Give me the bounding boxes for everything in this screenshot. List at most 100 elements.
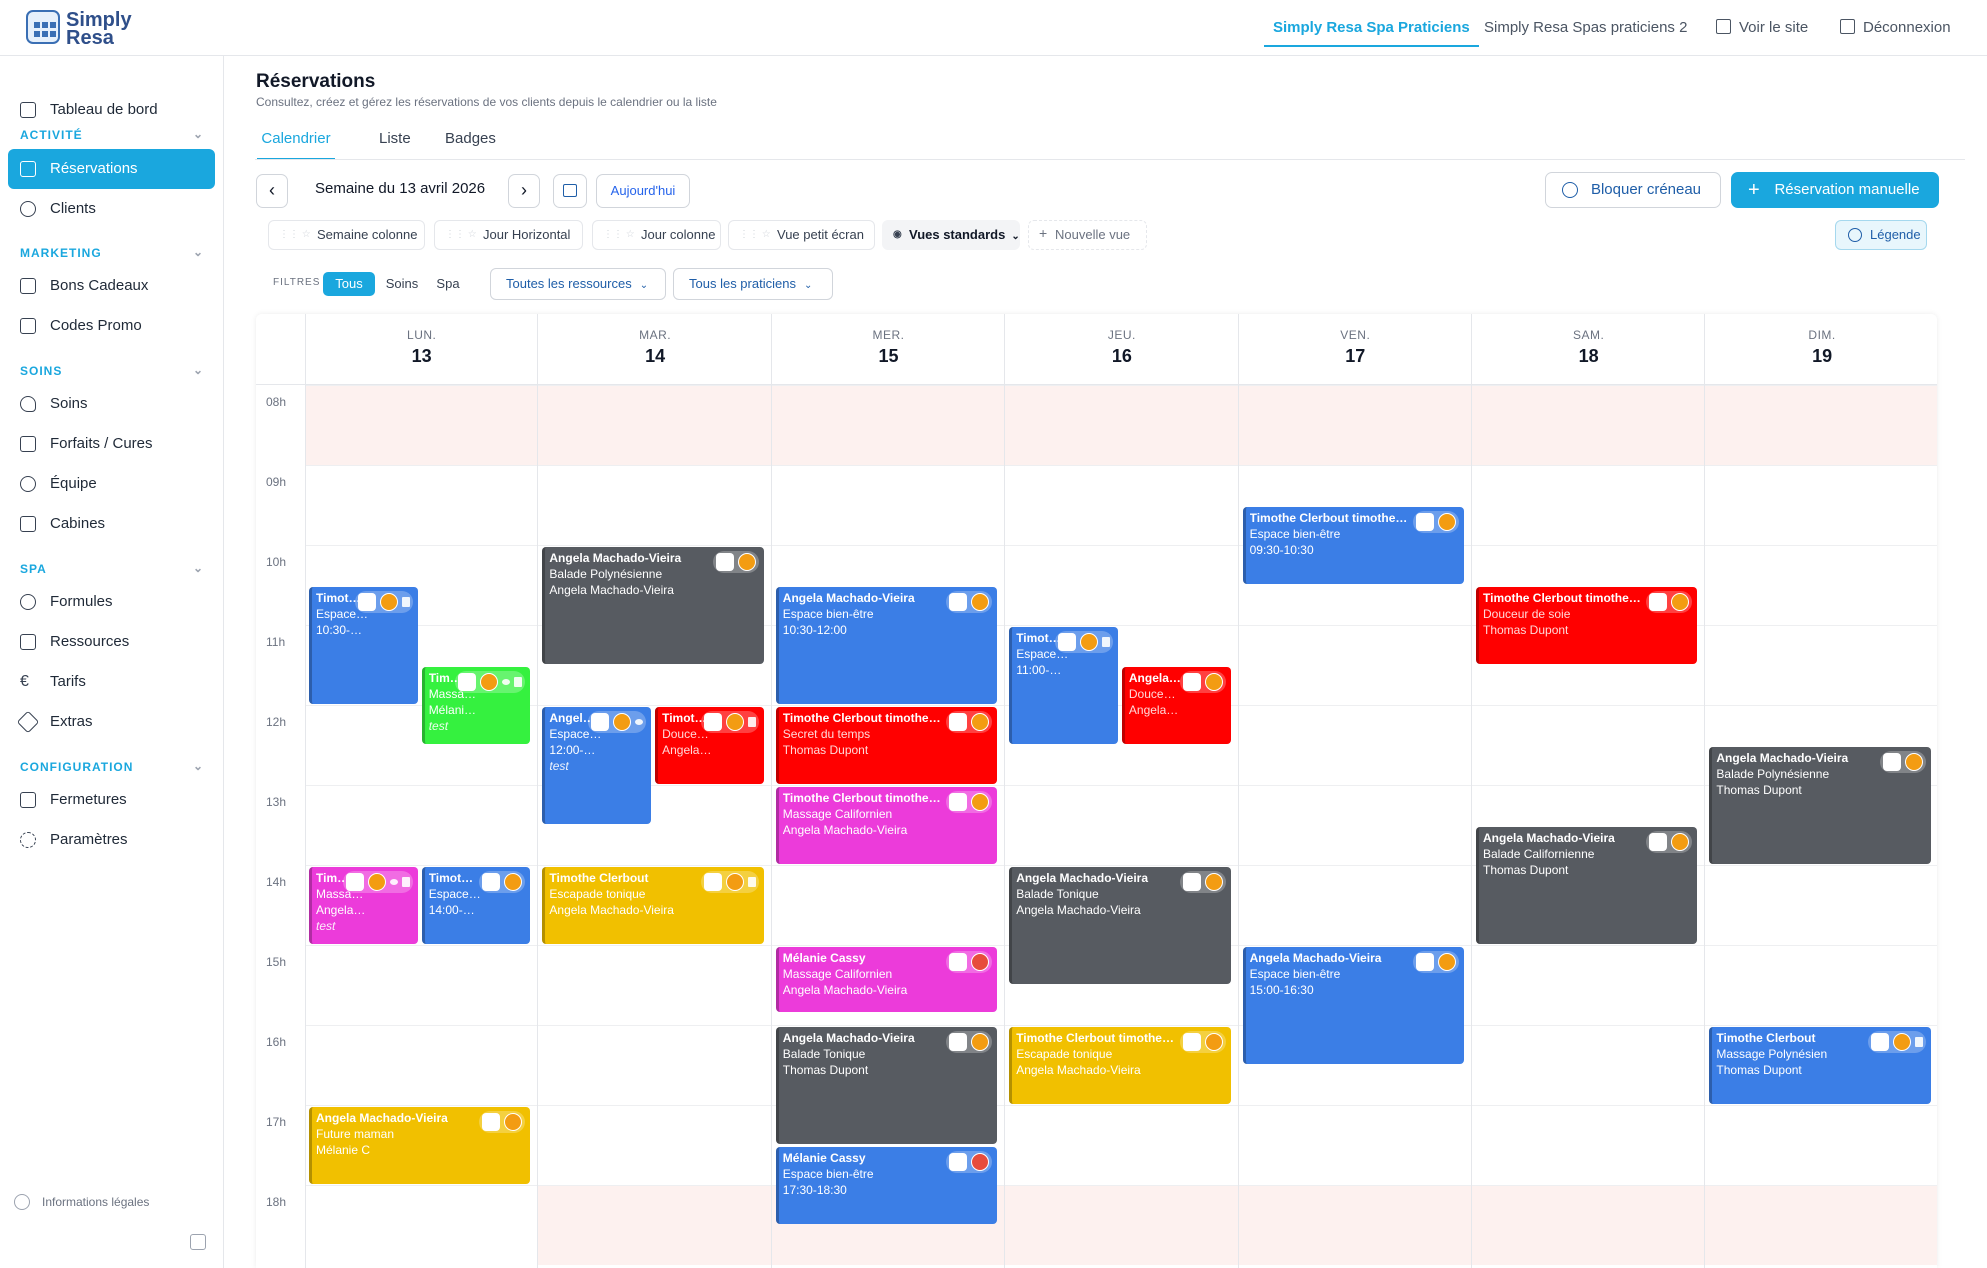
view-jour-horizontal[interactable]: ⋮⋮ ☆ Jour Horizontal [434,220,583,250]
checkbox-icon[interactable] [345,873,364,891]
checkbox-icon[interactable] [1870,1033,1889,1051]
checkbox-icon[interactable] [1415,953,1434,971]
day-header[interactable]: LUN. 13 [305,314,538,385]
tab-liste[interactable]: Liste [379,128,411,160]
collapse-sidebar-icon[interactable] [190,1234,206,1250]
new-view-button[interactable]: + Nouvelle vue [1028,220,1147,250]
sidebar-item-equipe[interactable]: Équipe [8,464,215,504]
checkbox-icon[interactable] [703,713,722,731]
day-header[interactable]: SAM. 18 [1472,314,1705,385]
sidebar-item-codes-promo[interactable]: Codes Promo [8,306,215,346]
sidebar-item-tarifs[interactable]: € Tarifs [8,662,215,702]
reservation-event[interactable]: Tim… Massa… Mélani… test [421,667,531,744]
reservation-event[interactable]: Timot… Espace… 11:00-… [1009,627,1118,744]
sidebar-item-soins[interactable]: Soins [8,384,215,424]
sidebar-item-dashboard[interactable]: Tableau de bord [8,90,215,130]
reservation-event[interactable]: Mélanie Cassy Massage Californien Angela M… [775,947,998,1012]
filter-soins[interactable]: Soins [380,272,424,296]
reservation-event[interactable]: Angela Machado-Vieira Balade Tonique Thoma… [775,1027,998,1144]
legal-info-link[interactable]: Informations légales [14,1194,149,1210]
reservation-event[interactable]: Timothe Clerbout Escapade tonique Angela M… [542,867,764,944]
checkbox-icon[interactable] [1649,593,1668,611]
reservation-event[interactable]: Timothe Clerbout timothe… Escapade toniqu… [1009,1027,1231,1104]
reservation-event[interactable]: Timothe Clerbout timothe… Secret du temps… [775,707,998,784]
sidebar-item-clients[interactable]: Clients [8,189,215,229]
day-header[interactable]: MER. 15 [772,314,1005,385]
view-jour-colonne[interactable]: ⋮⋮ ☆ Jour colonne [592,220,721,250]
view-site-link[interactable]: Voir le site [1716,18,1808,38]
checkbox-icon[interactable] [1182,873,1201,891]
today-button[interactable]: Aujourd'hui [596,174,690,208]
checkbox-icon[interactable] [949,593,968,611]
practitioners-dropdown[interactable]: Tous les praticiens ⌄ [673,268,833,300]
filter-tous[interactable]: Tous [323,272,375,296]
reservation-event[interactable]: Timothe Clerbout timothe… Espace bien-êtr… [1242,507,1464,584]
section-spa[interactable]: SPA ⌄ [20,561,204,576]
checkbox-icon[interactable] [1182,1033,1201,1051]
checkbox-icon[interactable] [357,593,376,611]
sidebar-item-reservations[interactable]: Réservations [8,149,215,189]
checkbox-icon[interactable] [715,553,734,571]
date-picker-button[interactable] [553,174,587,208]
tab-calendrier[interactable]: Calendrier [257,128,335,160]
sidebar-item-ressources[interactable]: Ressources [8,622,215,662]
reservation-event[interactable]: Timot… Espace… 14:00-… [421,867,531,944]
reservation-event[interactable]: Angela Machado-Vieira Balade Californienn… [1476,827,1698,944]
section-configuration[interactable]: CONFIGURATION ⌄ [20,759,204,774]
reservation-event[interactable]: Angela Machado-Vieira Espace bien-être 10:… [775,587,998,704]
reservation-event[interactable]: Mélanie Cassy Espace bien-être 17:30-18:30 [775,1147,998,1224]
legend-button[interactable]: Légende [1835,220,1927,250]
checkbox-icon[interactable] [703,873,722,891]
sidebar-item-forfaits[interactable]: Forfaits / Cures [8,424,215,464]
resources-dropdown[interactable]: Toutes les ressources ⌄ [490,268,666,300]
reservation-event[interactable]: Tim… Massa… Angela… test [309,867,418,944]
reservation-event[interactable]: Angela Machado-Vieira Balade Polynésienne… [542,547,764,664]
reservation-event[interactable]: Angel… Espace… 12:00-… test [542,707,652,824]
checkbox-icon[interactable] [1057,633,1076,651]
tab-spas-praticiens-2[interactable]: Simply Resa Spas praticiens 2 [1484,18,1687,38]
next-week-button[interactable]: › [508,174,540,208]
day-header[interactable]: MAR. 14 [538,314,771,385]
tab-spa-praticiens[interactable]: Simply Resa Spa Praticiens [1264,18,1479,47]
checkbox-icon[interactable] [949,1033,968,1051]
reservation-event[interactable]: Timot… Douce… Angela… [655,707,764,784]
checkbox-icon[interactable] [949,713,968,731]
checkbox-icon[interactable] [1882,753,1901,771]
checkbox-icon[interactable] [1649,833,1668,851]
standard-views-dropdown[interactable]: ◉ Vues standards ⌄ [882,220,1020,250]
checkbox-icon[interactable] [949,953,968,971]
reservation-event[interactable]: Timothe Clerbout timothe… Douceur de soie… [1476,587,1698,664]
tab-badges[interactable]: Badges [445,128,496,160]
reservation-event[interactable]: Angela Machado-Vieira Balade Polynésienne… [1709,747,1931,864]
sidebar-item-cabines[interactable]: Cabines [8,504,215,544]
reservation-event[interactable]: Angela Machado-Vieira Future maman Mélanie… [309,1107,531,1184]
checkbox-icon[interactable] [482,1113,501,1131]
reservation-event[interactable]: Angela Machado-Vieira Balade Tonique Angel… [1009,867,1231,984]
reservation-event[interactable]: Timothe Clerbout timothe… Massage Califor… [775,787,998,864]
sidebar-item-formules[interactable]: Formules [8,582,215,622]
view-petit-ecran[interactable]: ⋮⋮ ☆ Vue petit écran [728,220,875,250]
day-header[interactable]: DIM. 19 [1705,314,1937,385]
checkbox-icon[interactable] [949,1153,968,1171]
brand-logo[interactable]: Simply Resa [22,8,142,48]
day-header[interactable]: VEN. 17 [1239,314,1472,385]
sidebar-item-extras[interactable]: Extras [8,702,215,742]
checkbox-icon[interactable] [482,873,501,891]
section-marketing[interactable]: MARKETING ⌄ [20,245,204,260]
manual-reservation-button[interactable]: + Réservation manuelle [1731,172,1939,208]
sidebar-item-parametres[interactable]: Paramètres [8,820,215,860]
sidebar-item-bons-cadeaux[interactable]: Bons Cadeaux [8,266,215,306]
checkbox-icon[interactable] [949,793,968,811]
reservation-event[interactable]: Timothe Clerbout Massage Polynésien Thomas… [1709,1027,1931,1104]
block-slot-button[interactable]: Bloquer créneau [1545,172,1721,208]
section-soins[interactable]: SOINS ⌄ [20,363,204,378]
filter-spa[interactable]: Spa [429,272,467,296]
reservation-event[interactable]: Timot… Espace… 10:30-… [309,587,418,704]
checkbox-icon[interactable] [1415,513,1434,531]
day-header[interactable]: JEU. 16 [1005,314,1238,385]
sidebar-item-fermetures[interactable]: Fermetures [8,780,215,820]
logout-link[interactable]: Déconnexion [1840,18,1951,38]
checkbox-icon[interactable] [1182,673,1201,691]
checkbox-icon[interactable] [591,713,610,731]
reservation-event[interactable]: Angela… Douce… Angela… [1121,667,1231,744]
